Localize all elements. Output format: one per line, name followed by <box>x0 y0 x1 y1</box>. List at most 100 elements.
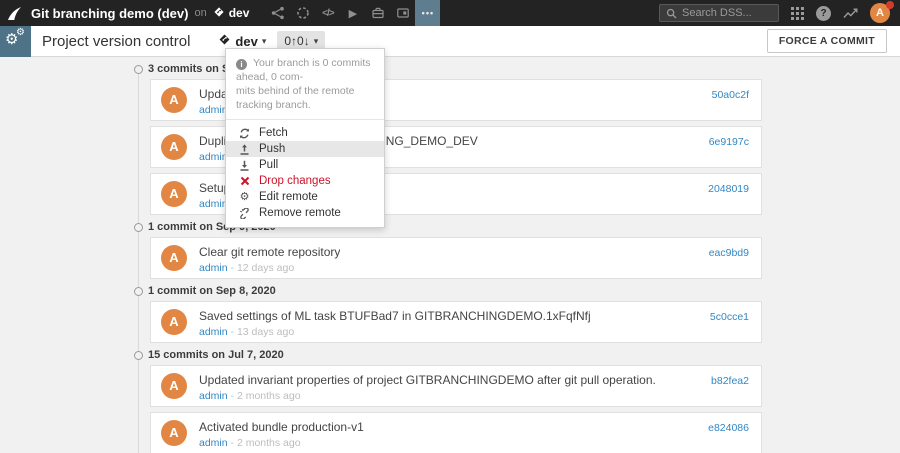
jobs-icon[interactable] <box>365 0 390 26</box>
lab-icon[interactable] <box>290 0 315 26</box>
avatar-letter: A <box>169 92 178 107</box>
trend-icon[interactable] <box>843 7 858 20</box>
avatar-letter: A <box>169 314 178 329</box>
branch-selector-label: dev <box>235 34 257 49</box>
commit-avatar: A <box>161 245 187 271</box>
search-box[interactable] <box>659 4 779 22</box>
commit-card: A Saved settings of ML task BTUFBad7 in … <box>150 301 762 343</box>
commit-author[interactable]: admin <box>199 390 228 402</box>
navbar-right: ? A <box>659 3 900 23</box>
commit-author[interactable]: admin <box>199 198 228 210</box>
menu-item-label: Drop changes <box>259 175 331 187</box>
search-input[interactable] <box>682 7 772 19</box>
commit-title: Activated bundle production-v1 <box>199 420 364 434</box>
commit-hash[interactable]: b82fea2 <box>711 375 749 387</box>
commit-author[interactable]: admin <box>199 151 228 163</box>
chevron-down-icon: ▾ <box>262 36 267 47</box>
unlink-icon <box>238 208 251 219</box>
fetch-icon <box>238 128 251 139</box>
menu-item-label: Fetch <box>259 127 288 139</box>
git-branch-icon <box>218 33 231 49</box>
avatar-letter: A <box>169 378 178 393</box>
commit-author[interactable]: admin <box>199 104 228 116</box>
commit-title: Saved settings of ML task BTUFBad7 in GI… <box>199 309 591 323</box>
avatar[interactable]: A <box>870 3 890 23</box>
avatar-letter: A <box>169 186 178 201</box>
force-commit-button[interactable]: FORCE A COMMIT <box>767 29 887 53</box>
remote-actions-dropdown: iYour branch is 0 commits ahead, 0 com- … <box>225 48 385 228</box>
commit-hash[interactable]: e824086 <box>708 422 749 434</box>
help-icon[interactable]: ? <box>816 6 831 21</box>
commit-group: 3 commits on Sep 21, 2020 A Updated name… <box>0 63 900 215</box>
notification-dot <box>886 1 894 9</box>
commit-separator: - <box>231 326 235 338</box>
commit-meta: admin - 2 months ago <box>199 390 301 402</box>
navbar-tools: </> ▶ ••• <box>265 0 440 26</box>
search-icon <box>666 8 677 19</box>
menu-item-push[interactable]: Push <box>226 141 384 157</box>
commit-time: 12 days ago <box>237 262 294 274</box>
more-icon[interactable]: ••• <box>415 0 440 26</box>
commit-separator: - <box>231 437 235 449</box>
gear-small-glyph: ⚙ <box>16 28 25 38</box>
page-header: ⚙ ⚙ Project version control dev ▾ 0↑0↓ ▾… <box>0 26 900 57</box>
commit-meta: admin - 13 days ago <box>199 326 294 338</box>
commit-avatar: A <box>161 420 187 446</box>
menu-item-drop-changes[interactable]: Drop changes <box>226 173 384 189</box>
drop-changes-icon <box>238 176 251 186</box>
menu-item-edit-remote[interactable]: ⚙ Edit remote <box>226 189 384 205</box>
commit-card: A Activated bundle production-v1 admin -… <box>150 412 762 453</box>
commit-time: 2 months ago <box>237 390 301 402</box>
info-icon: i <box>236 59 247 70</box>
branch-selector[interactable]: dev ▾ <box>218 33 266 49</box>
navbar-branch-chip[interactable]: dev <box>213 6 250 21</box>
on-label: on <box>194 7 206 19</box>
code-icon[interactable]: </> <box>315 0 340 26</box>
commit-hash[interactable]: 2048019 <box>708 183 749 195</box>
dataiku-logo[interactable] <box>0 0 28 26</box>
commit-hash[interactable]: 50a0c2f <box>712 89 749 101</box>
push-icon <box>238 144 251 155</box>
version-control-gears-icon: ⚙ ⚙ <box>0 26 31 57</box>
commit-author[interactable]: admin <box>199 326 228 338</box>
commit-separator: - <box>231 390 235 402</box>
pull-icon <box>238 160 251 171</box>
page-title: Project version control <box>42 33 190 50</box>
commit-avatar: A <box>161 134 187 160</box>
group-header-label: 15 commits on Jul 7, 2020 <box>148 349 900 362</box>
apps-grid-icon[interactable] <box>791 7 804 20</box>
ahead-behind-counts: 0↑0↓ <box>284 34 309 48</box>
play-icon[interactable]: ▶ <box>340 0 365 26</box>
commit-hash[interactable]: 6e9197c <box>709 136 749 148</box>
commit-avatar: A <box>161 373 187 399</box>
group-header-label: 1 commit on Sep 8, 2020 <box>148 285 900 298</box>
menu-item-label: Pull <box>259 159 278 171</box>
commit-meta: admin - 12 days ago <box>199 262 294 274</box>
flow-icon[interactable] <box>265 0 290 26</box>
commit-meta: admin - 2 months ago <box>199 437 301 449</box>
menu-item-pull[interactable]: Pull <box>226 157 384 173</box>
avatar-letter: A <box>169 425 178 440</box>
commit-group: 15 commits on Jul 7, 2020 A Updated inva… <box>0 349 900 453</box>
dashboard-icon[interactable] <box>390 0 415 26</box>
navbar-branch-label: dev <box>229 6 250 20</box>
commit-author[interactable]: admin <box>199 437 228 449</box>
commit-hash[interactable]: 5c0cce1 <box>710 311 749 323</box>
commit-group: 1 commit on Sep 8, 2020 A Saved settings… <box>0 285 900 343</box>
commit-hash[interactable]: eac9bd9 <box>709 247 749 259</box>
project-title-link[interactable]: Git branching demo (dev) <box>31 6 188 21</box>
menu-item-label: Edit remote <box>259 191 318 203</box>
menu-item-remove-remote[interactable]: Remove remote <box>226 205 384 221</box>
avatar-letter: A <box>169 250 178 265</box>
menu-item-fetch[interactable]: Fetch <box>226 125 384 141</box>
menu-item-label: Remove remote <box>259 207 341 219</box>
commit-time: 13 days ago <box>237 326 294 338</box>
commit-card: A Updated invariant properties of projec… <box>150 365 762 407</box>
menu-item-label: Push <box>259 143 285 155</box>
remote-actions-list: Fetch Push Pull Drop changes ⚙ Edit remo… <box>226 120 384 227</box>
commit-separator: - <box>231 262 235 274</box>
branch-status-line1: Your branch is 0 commits ahead, 0 com- <box>236 57 371 83</box>
commit-history-panel: 3 commits on Sep 21, 2020 A Updated name… <box>0 57 900 453</box>
branch-status-info: iYour branch is 0 commits ahead, 0 com- … <box>226 49 384 120</box>
commit-author[interactable]: admin <box>199 262 228 274</box>
